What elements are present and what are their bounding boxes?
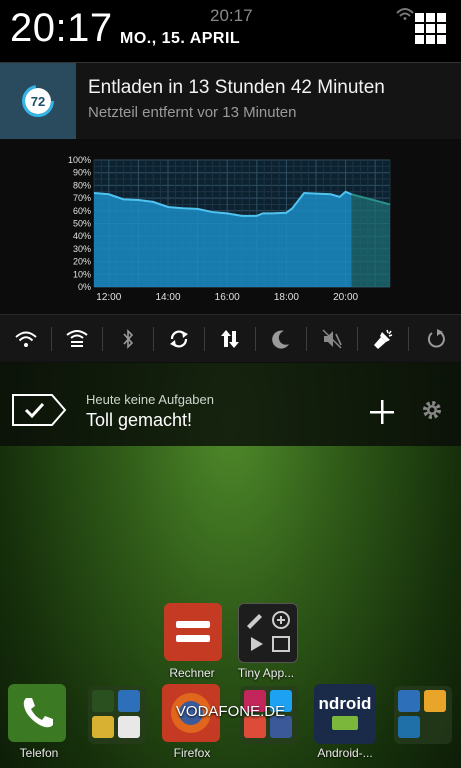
y-tick-label: 30% bbox=[73, 244, 91, 254]
auto-rotate-toggle[interactable] bbox=[410, 315, 461, 363]
battery-chart-panel: 100% 90% 80% 70% 60% 50% 40% 30% 20% 10% 0% 12:00 1… bbox=[0, 139, 461, 314]
carrier-label: VODAFONE.DE bbox=[175, 703, 286, 720]
tiny-apps-glyphs-icon bbox=[247, 611, 290, 652]
battery-gauge-icon: 72 bbox=[0, 63, 76, 139]
equals-bar bbox=[176, 635, 210, 642]
task-check-tag-icon[interactable] bbox=[10, 392, 68, 428]
battery-notification[interactable]: 72 Entladen in 13 Stunden 42 Minuten Net… bbox=[0, 62, 461, 139]
sound-toggle[interactable] bbox=[306, 315, 357, 363]
bluetooth-icon bbox=[122, 329, 133, 349]
app-label-rechner: Rechner bbox=[169, 666, 215, 680]
status-bar: 20:17 20:17 MO., 15. APRIL bbox=[0, 0, 461, 62]
y-tick-label: 0% bbox=[78, 282, 91, 292]
muted-speaker-icon bbox=[322, 329, 342, 349]
notification-title: Entladen in 13 Stunden 42 Minuten bbox=[88, 77, 385, 98]
rotate-icon bbox=[427, 329, 445, 348]
x-tick-label: 20:00 bbox=[333, 292, 358, 303]
separator bbox=[408, 327, 409, 351]
flashlight-icon bbox=[373, 329, 392, 349]
notification-subtitle: Netzteil entfernt vor 13 Minuten bbox=[88, 104, 297, 121]
projected-area bbox=[351, 194, 390, 287]
moon-icon bbox=[271, 330, 289, 349]
battery-level-text: 72 bbox=[31, 94, 45, 109]
quick-settings-bar bbox=[0, 314, 461, 363]
widget-label: Heute keine Aufgaben bbox=[86, 392, 214, 407]
app-label-firefox: Firefox bbox=[173, 746, 211, 760]
wifi-signal-icon bbox=[396, 8, 414, 20]
y-tick-label: 100% bbox=[68, 155, 91, 165]
sync-toggle[interactable] bbox=[153, 315, 204, 363]
battery-chart: 100% 90% 80% 70% 60% 50% 40% 30% 20% 10% 0% 12:00 1… bbox=[68, 155, 391, 303]
sync-icon bbox=[169, 330, 188, 348]
hotspot-toggle[interactable] bbox=[51, 315, 102, 363]
y-tick-label: 60% bbox=[73, 206, 91, 216]
night-mode-toggle[interactable] bbox=[255, 315, 306, 363]
x-tick-label: 18:00 bbox=[274, 292, 299, 303]
y-tick-label: 10% bbox=[73, 269, 91, 279]
wifi-toggle[interactable] bbox=[0, 315, 51, 363]
y-tick-label: 50% bbox=[73, 219, 91, 229]
y-tick-label: 90% bbox=[73, 168, 91, 178]
y-tick-label: 70% bbox=[73, 193, 91, 203]
quick-settings-grid-icon[interactable] bbox=[414, 12, 448, 46]
clock-small: 20:17 bbox=[210, 6, 253, 25]
tasks-widget: Heute keine Aufgaben Toll gemacht! bbox=[0, 362, 461, 446]
flashlight-toggle[interactable] bbox=[357, 315, 408, 363]
y-tick-label: 40% bbox=[73, 231, 91, 241]
hotspot-icon bbox=[65, 330, 88, 347]
x-tick-label: 14:00 bbox=[155, 292, 180, 303]
data-arrows-icon bbox=[220, 330, 239, 348]
x-tick-label: 12:00 bbox=[96, 292, 121, 303]
tiny-apps-icon[interactable] bbox=[238, 603, 298, 663]
y-tick-label: 20% bbox=[73, 257, 91, 267]
mobile-data-toggle[interactable] bbox=[204, 315, 255, 363]
app-label-android: Android-... bbox=[317, 746, 373, 760]
app-label-tiny-apps: Tiny App... bbox=[237, 666, 295, 680]
widget-message: Toll gemacht! bbox=[86, 410, 193, 430]
rechner-app-icon[interactable] bbox=[164, 603, 222, 661]
date-label[interactable]: MO., 15. APRIL bbox=[120, 30, 240, 48]
clock-large: 20:17 bbox=[10, 6, 113, 50]
app-label-telefon: Telefon bbox=[19, 746, 59, 760]
bluetooth-toggle[interactable] bbox=[102, 315, 153, 363]
x-tick-label: 16:00 bbox=[215, 292, 240, 303]
add-task-button[interactable] bbox=[368, 398, 396, 426]
gear-icon[interactable] bbox=[420, 398, 444, 422]
wifi-icon bbox=[14, 331, 37, 347]
minus-bar bbox=[176, 621, 210, 628]
y-tick-label: 80% bbox=[73, 180, 91, 190]
